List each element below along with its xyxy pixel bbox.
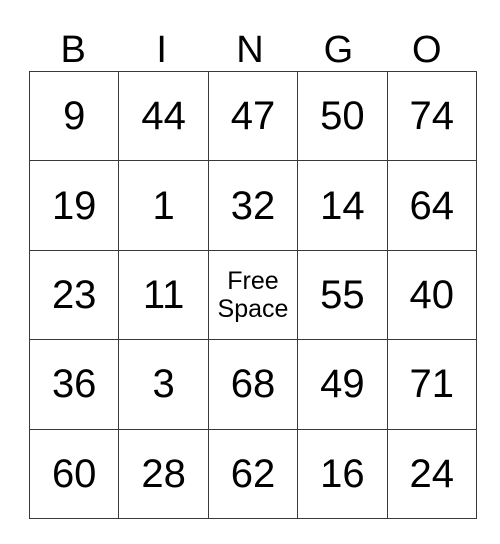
bingo-cell-b3[interactable]: 23 — [28, 249, 120, 341]
bingo-cell-value: 71 — [409, 362, 455, 407]
bingo-row: 9 44 47 50 74 — [28, 70, 477, 162]
bingo-cell-i4[interactable]: 3 — [118, 339, 209, 430]
bingo-cell-value: 62 — [230, 451, 276, 496]
bingo-cell-value: 1 — [152, 183, 175, 228]
bingo-row: 60 28 62 16 24 — [28, 428, 477, 519]
bingo-cell-b2[interactable]: 19 — [28, 160, 120, 251]
bingo-cell-value: 55 — [320, 272, 365, 317]
bingo-cell-free-space[interactable]: Free Space — [207, 249, 299, 341]
bingo-card: B I N G O 9 44 47 50 74 19 1 32 14 64 23 — [28, 14, 477, 519]
bingo-cell-n2[interactable]: 32 — [207, 160, 299, 251]
bingo-cell-value: 50 — [320, 94, 365, 139]
bingo-row: 23 11 Free Space 55 40 — [28, 249, 477, 341]
bingo-cell-b5[interactable]: 60 — [28, 428, 120, 519]
bingo-cell-value: 24 — [409, 451, 455, 496]
bingo-cell-b1[interactable]: 9 — [28, 70, 120, 162]
bingo-cell-value: 60 — [51, 451, 97, 496]
bingo-cell-g3[interactable]: 55 — [297, 249, 388, 341]
free-space-label: Free Space — [209, 267, 297, 323]
bingo-column-headers: B I N G O — [29, 14, 471, 71]
bingo-cell-value: 36 — [51, 362, 97, 407]
bingo-cell-value: 3 — [152, 362, 175, 407]
bingo-cell-i5[interactable]: 28 — [118, 428, 209, 519]
bingo-cell-value: 47 — [230, 94, 276, 139]
bingo-cell-value: 64 — [409, 183, 455, 228]
bingo-cell-i3[interactable]: 11 — [118, 249, 209, 341]
bingo-cell-value: 32 — [230, 183, 276, 228]
bingo-cell-o3[interactable]: 40 — [386, 249, 477, 341]
column-header-o: O — [412, 29, 442, 71]
bingo-cell-n4[interactable]: 68 — [207, 339, 299, 430]
free-space-line-2: Space — [217, 294, 289, 323]
bingo-cell-value: 68 — [230, 362, 276, 407]
bingo-cell-value: 19 — [51, 183, 97, 228]
bingo-cell-value: 44 — [141, 94, 186, 139]
bingo-cell-g1[interactable]: 50 — [297, 70, 388, 162]
bingo-cell-value: 74 — [409, 94, 455, 139]
bingo-cell-value: 16 — [320, 451, 365, 496]
bingo-cell-value: 40 — [409, 272, 455, 317]
bingo-cell-o5[interactable]: 24 — [386, 428, 477, 519]
bingo-cell-value: 14 — [320, 183, 365, 228]
bingo-cell-value: 9 — [63, 94, 86, 139]
bingo-cell-n1[interactable]: 47 — [207, 70, 299, 162]
bingo-grid: 9 44 47 50 74 19 1 32 14 64 23 11 Free S — [28, 70, 477, 519]
column-header-i: I — [156, 29, 167, 71]
bingo-cell-b4[interactable]: 36 — [28, 339, 120, 430]
bingo-cell-value: 11 — [142, 272, 185, 317]
bingo-cell-i2[interactable]: 1 — [118, 160, 209, 251]
free-space-line-1: Free — [227, 266, 279, 295]
bingo-cell-o1[interactable]: 74 — [386, 70, 477, 162]
bingo-cell-o2[interactable]: 64 — [386, 160, 477, 251]
bingo-cell-g4[interactable]: 49 — [297, 339, 388, 430]
bingo-row: 19 1 32 14 64 — [28, 160, 477, 251]
column-header-b: B — [60, 29, 86, 71]
bingo-cell-value: 28 — [141, 451, 186, 496]
bingo-cell-i1[interactable]: 44 — [118, 70, 209, 162]
bingo-cell-g2[interactable]: 14 — [297, 160, 388, 251]
bingo-row: 36 3 68 49 71 — [28, 339, 477, 430]
column-header-n: N — [236, 29, 264, 71]
bingo-cell-g5[interactable]: 16 — [297, 428, 388, 519]
column-header-g: G — [323, 29, 354, 71]
bingo-cell-n5[interactable]: 62 — [207, 428, 299, 519]
bingo-cell-value: 23 — [51, 272, 97, 317]
bingo-cell-o4[interactable]: 71 — [386, 339, 477, 430]
bingo-cell-value: 49 — [320, 362, 365, 407]
